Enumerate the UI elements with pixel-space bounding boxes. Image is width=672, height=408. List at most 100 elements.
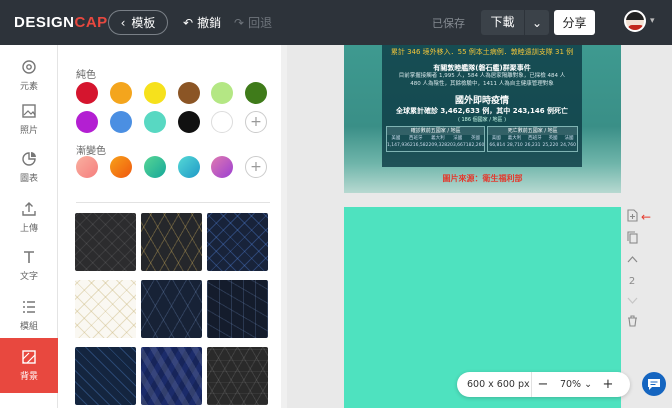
download-label[interactable]: 下載 bbox=[481, 10, 525, 35]
global-totals: 全球累計確診 3,462,633 例，其中 243,146 例死亡 bbox=[395, 106, 569, 115]
gradient-swatch-green[interactable] bbox=[144, 156, 166, 178]
table-cell: 法國 bbox=[453, 135, 463, 141]
sidebar-item-background[interactable]: 背景 bbox=[0, 338, 58, 393]
move-page-down-icon[interactable] bbox=[626, 295, 638, 308]
undo-button[interactable]: ↶ 撤銷 bbox=[183, 14, 221, 31]
back-button-label: 模板 bbox=[131, 16, 156, 30]
table-cell: 1,147,936 bbox=[387, 142, 410, 148]
sidebar-item-label: 模組 bbox=[19, 322, 38, 332]
pattern-tile[interactable] bbox=[141, 213, 202, 271]
pattern-tile[interactable] bbox=[141, 280, 202, 338]
table-cell: 西班牙 bbox=[408, 135, 423, 141]
move-page-up-icon[interactable] bbox=[626, 253, 638, 266]
pattern-tile[interactable] bbox=[207, 280, 268, 338]
pattern-tile[interactable] bbox=[207, 213, 268, 271]
pattern-tile[interactable] bbox=[75, 347, 136, 405]
download-button[interactable]: 下載 ⌄ bbox=[481, 10, 549, 35]
text-icon bbox=[24, 251, 34, 263]
color-swatch-black[interactable] bbox=[178, 111, 200, 133]
chat-support-button[interactable] bbox=[642, 372, 666, 396]
avatar[interactable] bbox=[624, 10, 646, 32]
color-swatch-purple[interactable] bbox=[76, 111, 98, 133]
add-color-button[interactable]: + bbox=[245, 111, 267, 133]
infographic-box[interactable]: 累計 346 境外移入．55 例本土病例．敦睦遠訓支隊 31 例 有關敦睦艦隊(… bbox=[382, 45, 582, 167]
table-cell: 26,231 bbox=[524, 142, 541, 148]
country-count: ( 186 個國家 / 地區 ) bbox=[457, 116, 507, 123]
logo-main: DESIGN bbox=[14, 14, 75, 31]
redo-label: 回退 bbox=[248, 16, 273, 30]
table-cell: 法國 bbox=[564, 135, 574, 141]
color-swatch-orange[interactable] bbox=[110, 82, 132, 104]
annotation-arrow-icon: ← bbox=[641, 210, 652, 224]
pattern-tile[interactable] bbox=[207, 347, 268, 405]
color-swatch-dark-green[interactable] bbox=[245, 82, 267, 104]
color-swatch-blue[interactable] bbox=[110, 111, 132, 133]
delete-page-icon[interactable] bbox=[626, 315, 638, 330]
sidebar-item-text[interactable]: 文字 bbox=[0, 238, 58, 293]
sidebar-item-modules[interactable]: 模組 bbox=[0, 288, 58, 343]
copy-page-icon[interactable] bbox=[626, 231, 638, 247]
color-swatch-yellow[interactable] bbox=[144, 82, 166, 104]
upload-icon bbox=[22, 202, 36, 216]
solid-color-title: 純色 bbox=[76, 70, 96, 81]
user-menu[interactable]: ▾ bbox=[624, 10, 655, 32]
logo-accent: CAP bbox=[74, 14, 108, 31]
zoom-bar: 600 x 600 px − 70% ⌄ + bbox=[457, 372, 630, 397]
zoom-level-select[interactable]: 70% ⌄ bbox=[554, 379, 598, 390]
zoom-out-button[interactable]: − bbox=[532, 377, 554, 392]
color-swatch-brown[interactable] bbox=[178, 82, 200, 104]
back-to-templates-button[interactable]: ‹ 模板 bbox=[108, 10, 168, 35]
designcap-logo[interactable]: DESIGNCAP bbox=[14, 14, 108, 31]
background-icon bbox=[22, 350, 36, 364]
sidebar-item-charts[interactable]: 圖表 bbox=[0, 140, 58, 195]
gradient-swatch-cyan[interactable] bbox=[178, 156, 200, 178]
case-summary: 累計 346 境外移入．55 例本土病例．敦睦遠訓支隊 31 例 bbox=[390, 48, 574, 56]
pattern-tile[interactable] bbox=[141, 347, 202, 405]
sidebar-item-label: 圖表 bbox=[19, 174, 38, 184]
sidebar: 元素 照片 圖表 上傳 文字 模組 背景 bbox=[0, 45, 58, 408]
gradient-swatch-orange[interactable] bbox=[110, 156, 132, 178]
zoom-in-button[interactable]: + bbox=[598, 377, 618, 392]
panel-divider bbox=[76, 202, 270, 203]
image-source-caption[interactable]: 圖片來源：衛生福利部 bbox=[344, 173, 621, 184]
chevron-left-icon: ‹ bbox=[120, 15, 126, 30]
sidebar-item-label: 文字 bbox=[19, 272, 38, 282]
table-cell: 義大利 bbox=[507, 135, 522, 141]
sidebar-item-upload[interactable]: 上傳 bbox=[0, 190, 58, 245]
page-number: 2 bbox=[628, 276, 636, 287]
elements-icon bbox=[22, 60, 36, 74]
color-swatch-white[interactable] bbox=[211, 111, 233, 133]
color-swatch-light-green[interactable] bbox=[211, 82, 233, 104]
top-bar: DESIGNCAP ‹ 模板 ↶ 撤銷 ↷ 回退 已保存 下載 ⌄ 分享 ▾ bbox=[0, 0, 672, 45]
table-cell: 英國 bbox=[470, 135, 480, 141]
table-cell: 美國 bbox=[491, 135, 501, 141]
photo-icon bbox=[22, 104, 36, 118]
pattern-tile[interactable] bbox=[75, 280, 136, 338]
sidebar-item-label: 元素 bbox=[19, 82, 38, 92]
add-gradient-button[interactable]: + bbox=[245, 156, 267, 178]
deaths-table-title: 死亡數前五國家 / 地區 bbox=[488, 126, 577, 135]
table-cell: 25,220 bbox=[542, 142, 559, 148]
redo-button[interactable]: ↷ 回退 bbox=[234, 14, 272, 31]
table-cell: 182,260 bbox=[465, 142, 485, 148]
add-page-icon[interactable] bbox=[626, 209, 638, 225]
table-cell: 216,582 bbox=[409, 142, 429, 148]
gradient-swatch-purple[interactable] bbox=[211, 156, 233, 178]
sidebar-item-photos[interactable]: 照片 bbox=[0, 92, 58, 147]
share-button[interactable]: 分享 bbox=[554, 10, 595, 35]
design-page-1[interactable]: 累計 346 境外移入．55 例本土病例．敦睦遠訓支隊 31 例 有關敦睦艦隊(… bbox=[344, 45, 621, 193]
pattern-tile[interactable] bbox=[75, 213, 136, 271]
sidebar-item-label: 上傳 bbox=[19, 224, 38, 234]
cluster-heading: 有關敦睦艦隊(磐石艦)群聚事件 bbox=[433, 64, 531, 72]
table-cell: 209,328 bbox=[428, 142, 448, 148]
gradient-swatch-peach[interactable] bbox=[76, 156, 98, 178]
canvas-size-label[interactable]: 600 x 600 px bbox=[457, 379, 531, 390]
color-swatch-teal[interactable] bbox=[144, 111, 166, 133]
table-cell: 24,760 bbox=[560, 142, 576, 148]
table-cell: 英國 bbox=[548, 135, 558, 141]
redo-icon: ↷ bbox=[234, 15, 245, 30]
color-swatch-red[interactable] bbox=[76, 82, 98, 104]
download-dropdown-icon[interactable]: ⌄ bbox=[525, 16, 549, 30]
chart-icon bbox=[22, 152, 36, 166]
table-cell: 66,814 bbox=[489, 142, 506, 148]
